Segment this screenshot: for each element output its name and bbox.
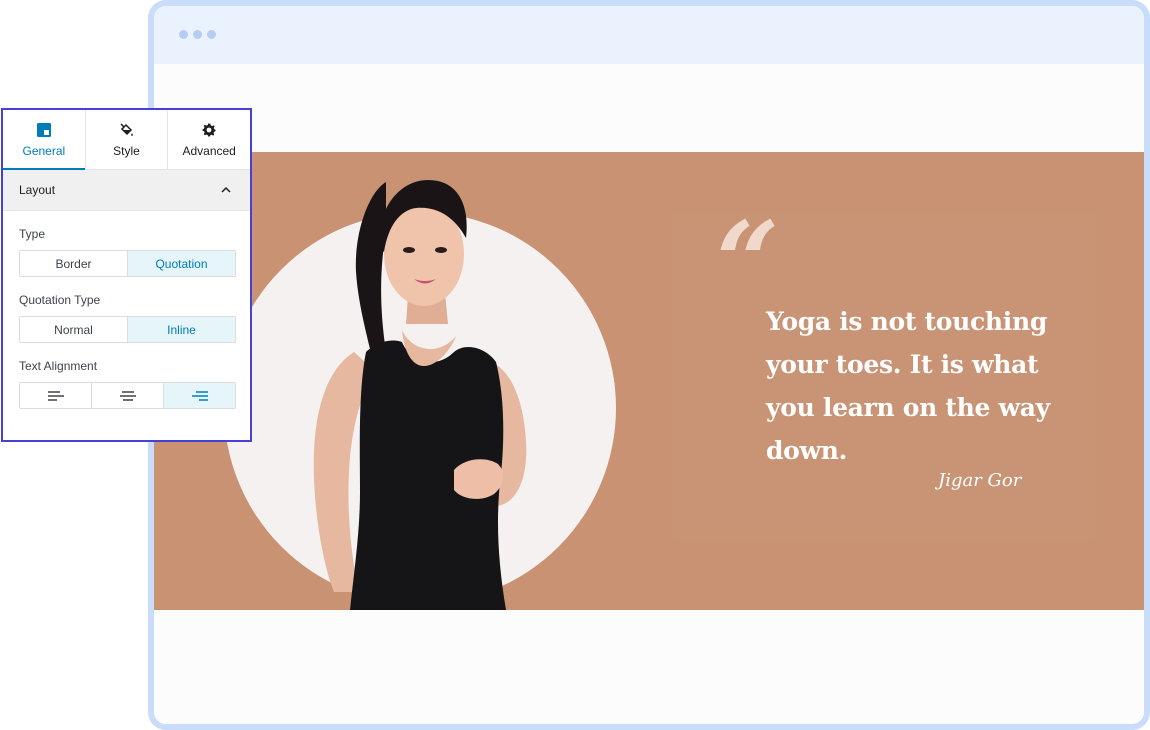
align-left-icon xyxy=(47,390,64,401)
window-dot xyxy=(179,30,188,39)
testimonial-author: Jigar Gor xyxy=(938,470,1022,491)
browser-window: “ Yoga is not touching your toes. It is … xyxy=(148,0,1150,730)
window-controls xyxy=(179,30,216,39)
tab-label: General xyxy=(22,143,66,158)
window-dot xyxy=(207,30,216,39)
testimonial-quote: Yoga is not touching your toes. It is wh… xyxy=(766,307,1050,465)
testimonial-block: “ Yoga is not touching your toes. It is … xyxy=(154,152,1144,610)
quotation-type-label: Quotation Type xyxy=(19,293,101,307)
tab-style[interactable]: Style xyxy=(86,110,169,169)
section-title: Layout xyxy=(19,183,56,197)
settings-tabs: General Style Advanced xyxy=(3,110,250,170)
align-left-button[interactable] xyxy=(20,383,92,408)
type-option-quotation[interactable]: Quotation xyxy=(128,251,235,276)
align-center-icon xyxy=(119,390,136,401)
align-right-button[interactable] xyxy=(164,383,235,408)
text-alignment-selector xyxy=(19,382,236,409)
gear-icon xyxy=(202,123,216,136)
quotation-type-option-normal[interactable]: Normal xyxy=(20,317,128,342)
tab-advanced[interactable]: Advanced xyxy=(168,110,250,169)
window-dot xyxy=(193,30,202,39)
block-settings-panel: General Style Advanced Layout Type Borde xyxy=(1,108,252,442)
tab-label: Style xyxy=(113,143,140,158)
chevron-up-icon xyxy=(221,186,231,193)
browser-toolbar xyxy=(154,6,1144,64)
tab-label: Advanced xyxy=(182,143,236,158)
page-content: “ Yoga is not touching your toes. It is … xyxy=(154,64,1144,724)
general-icon xyxy=(36,122,51,137)
text-alignment-label: Text Alignment xyxy=(19,359,98,373)
type-selector: Border Quotation xyxy=(19,250,236,277)
type-label: Type xyxy=(19,227,46,241)
align-center-button[interactable] xyxy=(92,383,164,408)
tab-general[interactable]: General xyxy=(3,110,86,170)
type-option-border[interactable]: Border xyxy=(20,251,128,276)
paint-bucket-icon xyxy=(119,122,133,136)
quotation-type-selector: Normal Inline xyxy=(19,316,236,343)
align-right-icon xyxy=(191,390,208,401)
layout-section-toggle[interactable]: Layout xyxy=(3,170,250,211)
quotation-type-option-inline[interactable]: Inline xyxy=(128,317,235,342)
